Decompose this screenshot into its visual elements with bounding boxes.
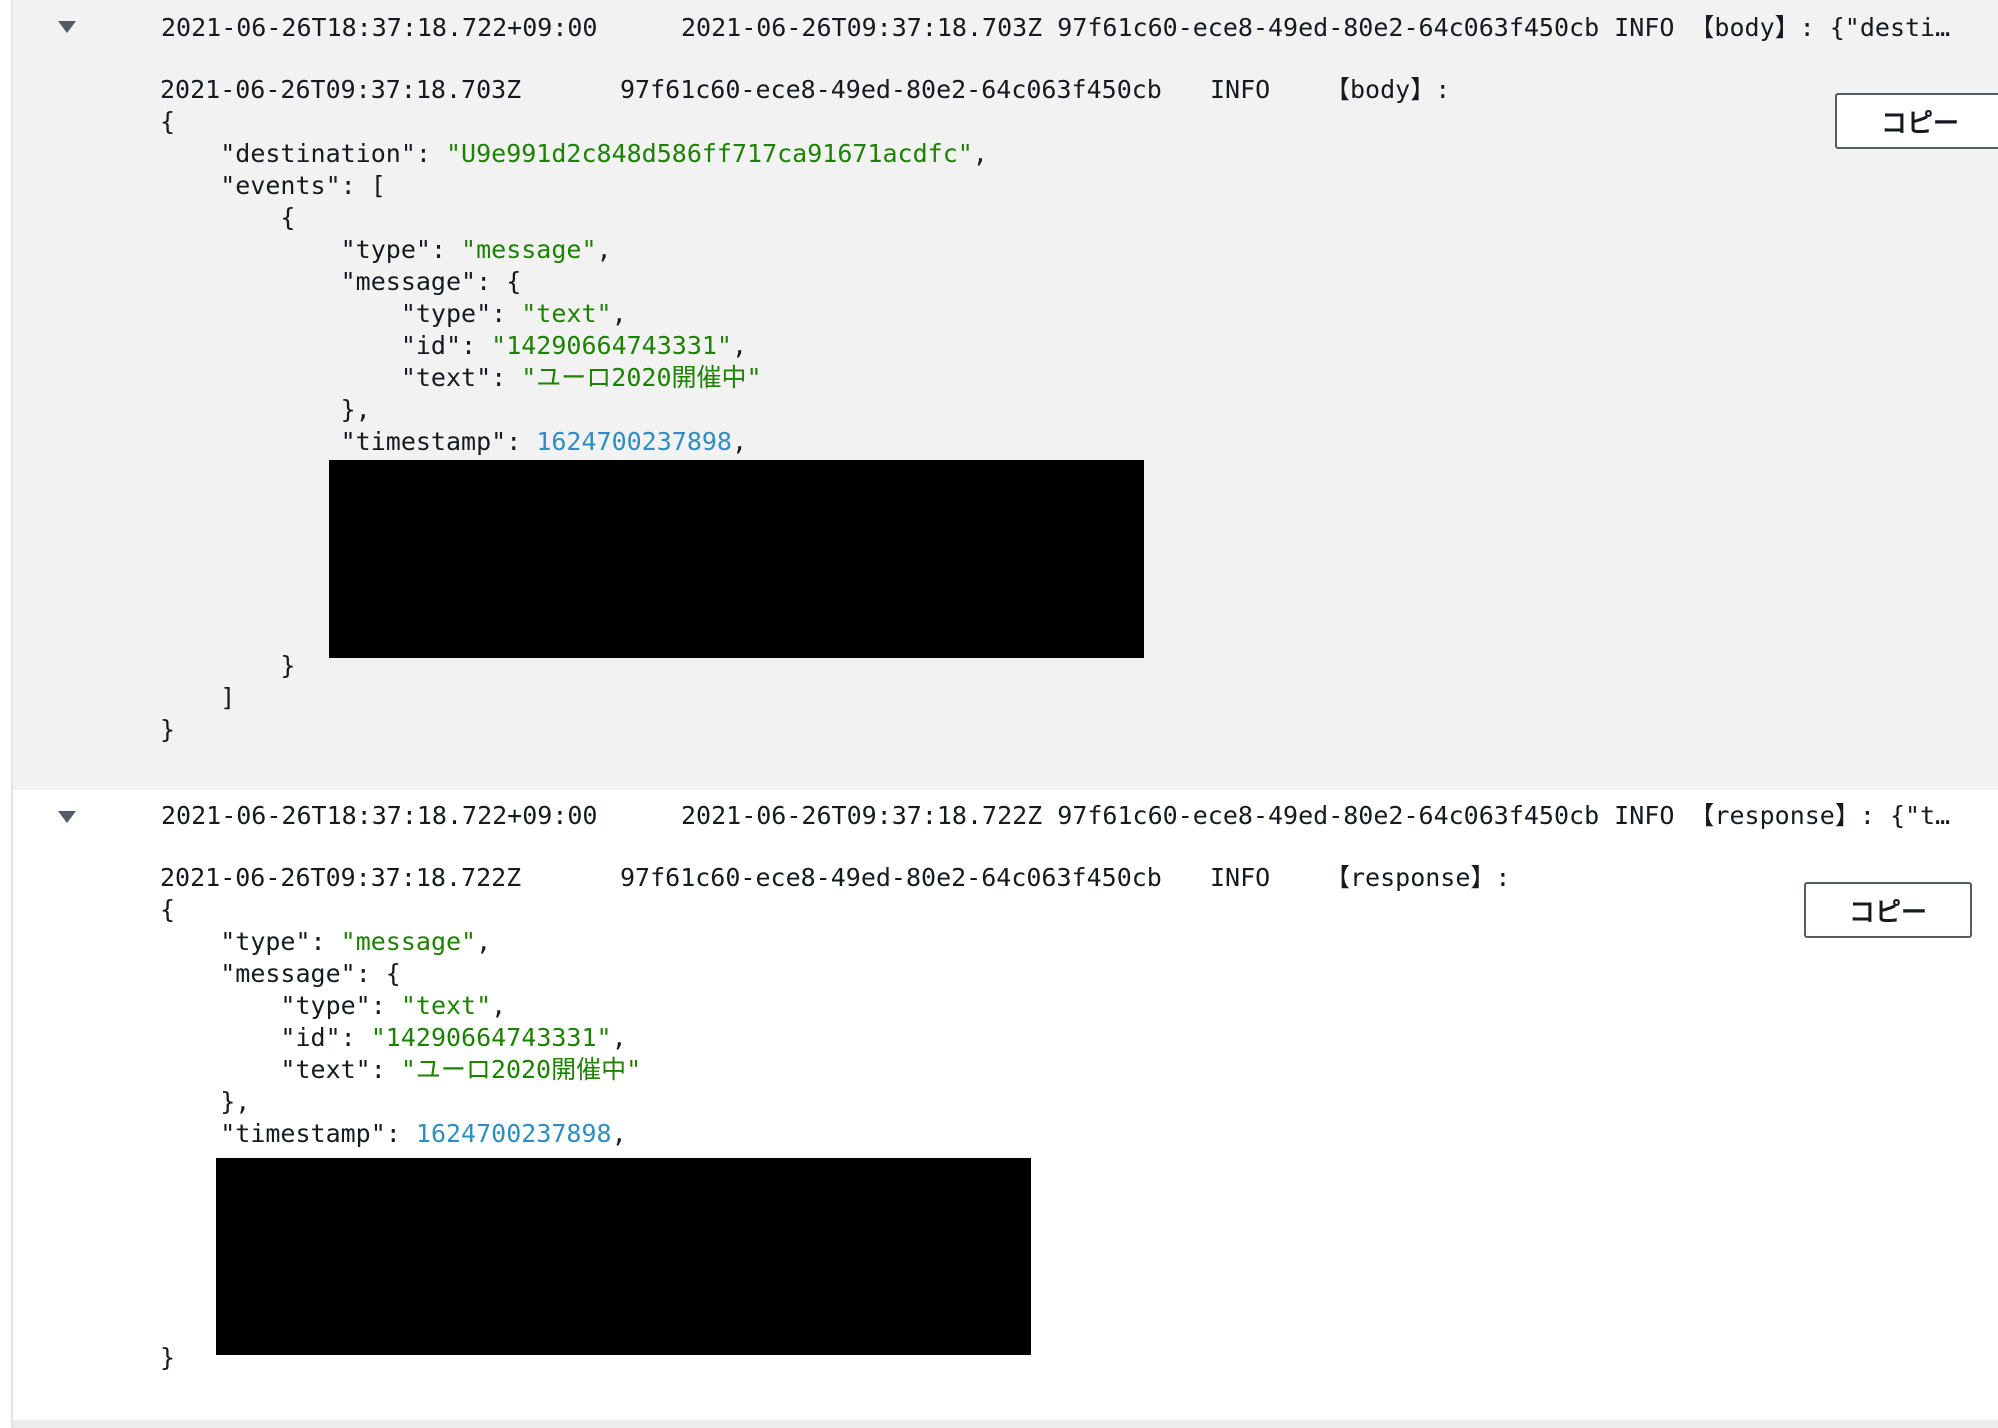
log-events-viewer: 2021-06-26T18:37:18.722+09:00 2021-06-26… [0,0,1998,1428]
event-message-preview: 2021-06-26T09:37:18.722Z 97f61c60-ece8-4… [681,801,1961,830]
log-line-tag: 【body】: [1325,75,1451,104]
copy-button[interactable]: コピー [1835,93,1998,149]
triangle-down-icon [55,806,79,830]
collapse-toggle[interactable] [55,806,79,830]
log-line-request-id: 97f61c60-ece8-49ed-80e2-64c063f450cb [620,75,1162,104]
event-timestamp: 2021-06-26T18:37:18.722+09:00 [161,801,598,830]
log-line-timestamp: 2021-06-26T09:37:18.722Z [160,863,522,892]
log-line-level: INFO [1210,863,1271,892]
triangle-down-icon [55,16,79,40]
copy-button[interactable]: コピー [1804,882,1972,938]
log-event-body: 2021-06-26T18:37:18.722+09:00 2021-06-26… [13,0,1998,790]
redacted-block [216,1158,1031,1355]
event-message-preview: 2021-06-26T09:37:18.703Z 97f61c60-ece8-4… [681,13,1961,42]
log-line-tag: 【response】: [1325,863,1511,892]
log-line-timestamp: 2021-06-26T09:37:18.703Z [160,75,522,104]
collapse-toggle[interactable] [55,16,79,40]
log-line-level: INFO [1210,75,1271,104]
log-line-request-id: 97f61c60-ece8-49ed-80e2-64c063f450cb [620,863,1162,892]
event-timestamp: 2021-06-26T18:37:18.722+09:00 [161,13,598,42]
bottom-divider [13,1420,1998,1428]
log-event-response: 2021-06-26T18:37:18.722+09:00 2021-06-26… [13,790,1998,1420]
redacted-block [329,460,1144,658]
